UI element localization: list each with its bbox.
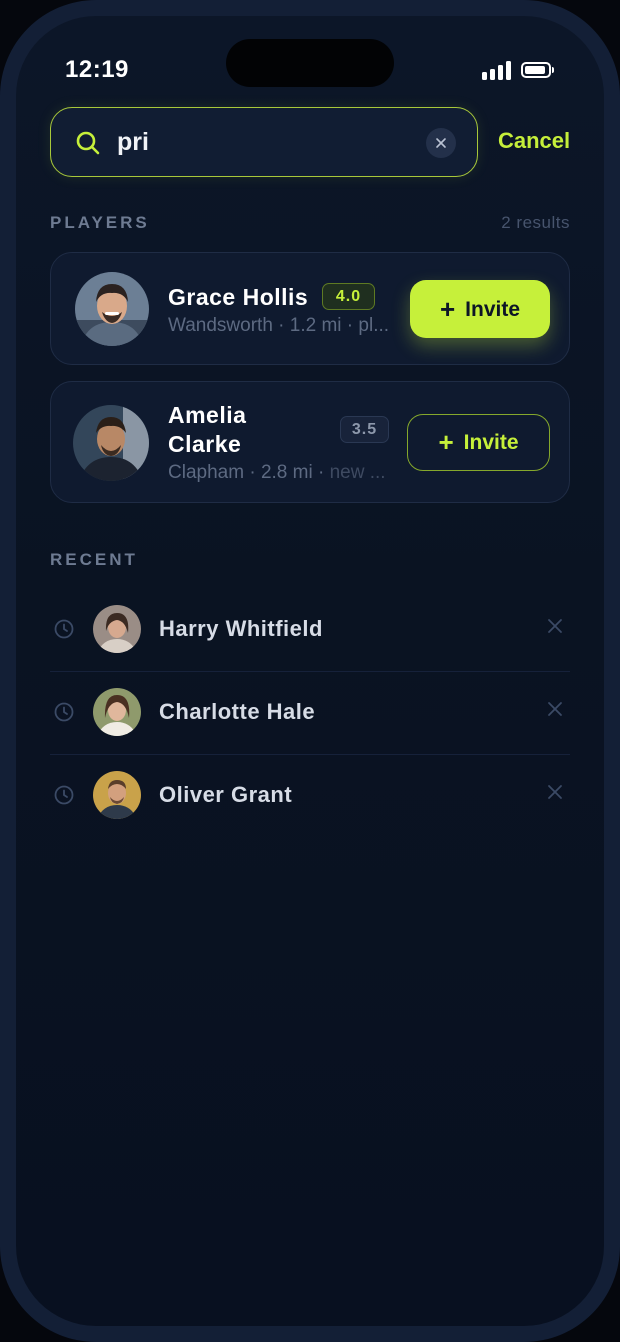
- invite-label: Invite: [465, 298, 521, 321]
- player-meta: Clapham · 2.8 mi · new ...: [168, 462, 386, 483]
- recent-item[interactable]: Harry Whitfield: [50, 590, 570, 672]
- avatar: [93, 688, 141, 736]
- screen: 12:19 pri Cancel PLAYERS 2 results Grace…: [16, 16, 604, 1326]
- invite-button[interactable]: + Invite: [410, 280, 550, 338]
- search-field[interactable]: pri: [50, 107, 478, 177]
- avatar: [93, 771, 141, 819]
- player-name-line2: Clarke: [168, 431, 242, 457]
- player-name[interactable]: Grace Hollis: [168, 283, 308, 312]
- close-icon[interactable]: [546, 700, 564, 718]
- plus-icon: +: [439, 294, 456, 324]
- recent-name: Charlotte Hale: [159, 699, 316, 724]
- recent-name: Harry Whitfield: [159, 616, 323, 641]
- status-time: 12:19: [65, 56, 129, 83]
- clear-search-button[interactable]: [426, 128, 456, 158]
- results-count: 2 results: [501, 213, 570, 232]
- rating-badge: 3.5: [340, 416, 389, 443]
- player-extra: pl...: [358, 315, 390, 336]
- player-distance: 2.8 mi: [260, 462, 313, 483]
- divider: [50, 671, 570, 672]
- invite-button[interactable]: + Invite: [407, 414, 550, 471]
- cancel-button[interactable]: Cancel: [498, 128, 570, 154]
- battery-icon: [521, 62, 554, 78]
- recent-name: Oliver Grant: [159, 782, 293, 807]
- player-extra: new ...: [329, 462, 386, 483]
- players-section-label: PLAYERS: [50, 213, 150, 232]
- recent-item[interactable]: Charlotte Hale: [50, 673, 570, 755]
- avatar: [75, 272, 149, 346]
- divider: [50, 754, 570, 755]
- avatar: [93, 605, 141, 653]
- close-icon[interactable]: [546, 783, 564, 801]
- rating-badge: 4.0: [322, 283, 375, 310]
- player-card[interactable]: Amelia Clarke 3.5 Clapham · 2.8 mi · new…: [50, 381, 570, 503]
- close-icon[interactable]: [546, 617, 564, 635]
- search-input[interactable]: pri: [117, 128, 149, 157]
- clock-icon: [54, 785, 74, 805]
- phone-frame: 12:19 pri Cancel PLAYERS 2 results Grace…: [0, 0, 620, 1342]
- player-location: Clapham: [168, 462, 245, 483]
- player-distance: 1.2 mi: [289, 315, 342, 336]
- invite-label: Invite: [463, 431, 519, 454]
- clock-icon: [54, 619, 74, 639]
- search-icon: [76, 131, 100, 155]
- player-name[interactable]: Amelia Clarke: [168, 401, 246, 459]
- signal-icon: [482, 60, 512, 80]
- player-card[interactable]: Grace Hollis 4.0 Wandsworth · 1.2 mi · p…: [50, 252, 570, 365]
- dynamic-island: [226, 39, 394, 87]
- recent-item[interactable]: Oliver Grant: [50, 756, 570, 838]
- avatar: [73, 405, 149, 481]
- clear-icon: [436, 137, 446, 148]
- plus-icon: +: [438, 427, 454, 457]
- recent-section-label: RECENT: [50, 550, 138, 569]
- player-name-line1: Amelia: [168, 402, 247, 428]
- player-location: Wandsworth: [168, 315, 273, 336]
- clock-icon: [54, 702, 74, 722]
- player-meta: Wandsworth · 1.2 mi · pl...: [168, 315, 390, 336]
